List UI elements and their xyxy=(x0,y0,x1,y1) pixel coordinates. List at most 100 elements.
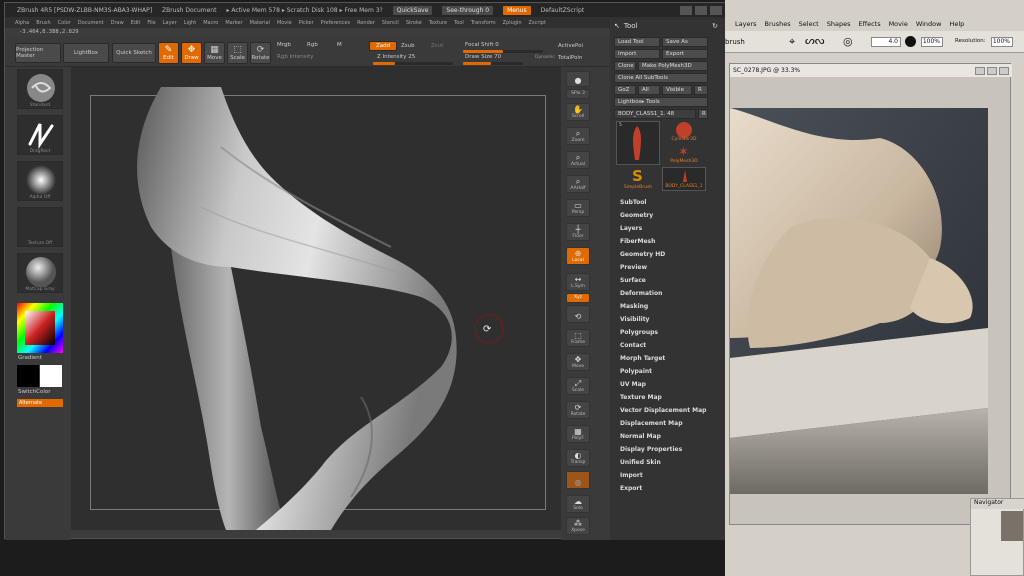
menu-zscript[interactable]: Zscript xyxy=(529,20,546,26)
menu-tool[interactable]: Tool xyxy=(454,20,464,26)
gradient-toggle[interactable]: Gradient xyxy=(18,355,42,361)
goz-all-button[interactable]: All xyxy=(638,85,660,95)
secondary-color-swatch[interactable] xyxy=(40,365,62,387)
goz-button[interactable]: GoZ xyxy=(614,85,636,95)
scroll-button[interactable]: ✋ Scroll xyxy=(566,103,590,121)
rotate-view-button[interactable]: ⟳ Rotate xyxy=(566,401,590,419)
current-tool-slider[interactable]: BODY_CLASS1_1. 48 xyxy=(614,109,696,119)
local-button[interactable]: ⊕ Local xyxy=(566,247,590,265)
tool-thumb-cylinder[interactable]: Cylinder3D xyxy=(662,121,706,143)
subpalette-export[interactable]: Export xyxy=(620,485,642,492)
subpalette-morph-target[interactable]: Morph Target xyxy=(620,355,665,362)
subpalette-surface[interactable]: Surface xyxy=(620,277,646,284)
xpose-button[interactable]: ⁂ Xpose xyxy=(566,517,590,535)
draw-button[interactable]: ✥ Draw xyxy=(181,42,202,64)
zadd-button[interactable]: Zadd xyxy=(369,41,397,51)
subpalette-uv-map[interactable]: UV Map xyxy=(620,381,646,388)
menu-preferences[interactable]: Preferences xyxy=(321,20,350,26)
menu-draw[interactable]: Draw xyxy=(111,20,124,26)
ps-menu-brushes[interactable]: Brushes xyxy=(765,20,791,28)
subpalette-geometry-hd[interactable]: Geometry HD xyxy=(620,251,665,258)
actual-button[interactable]: ⌕ Actual xyxy=(566,151,590,169)
resolution-field[interactable]: 100% xyxy=(991,37,1013,47)
transp-button[interactable]: ◐ Transp xyxy=(566,449,590,467)
subpalette-contact[interactable]: Contact xyxy=(620,342,646,349)
save-as-button[interactable]: Save As xyxy=(662,37,708,47)
minimize-button[interactable] xyxy=(680,5,692,15)
menus-toggle[interactable]: Menus xyxy=(503,5,531,15)
focal-shift-slider[interactable]: Focal Shift 0 xyxy=(465,42,499,48)
menu-stroke[interactable]: Stroke xyxy=(406,20,422,26)
menu-document[interactable]: Document xyxy=(78,20,104,26)
current-tool-r-button[interactable]: R xyxy=(698,109,708,119)
main-color-swatch[interactable] xyxy=(17,365,39,387)
subpalette-polygroups[interactable]: Polygroups xyxy=(620,329,658,336)
brush-size-field[interactable]: 4.0 xyxy=(871,37,901,47)
menu-file[interactable]: File xyxy=(147,20,155,26)
subpalette-texture-map[interactable]: Texture Map xyxy=(620,394,662,401)
mrgb-button[interactable]: Mrgb xyxy=(277,42,291,48)
menu-marker[interactable]: Marker xyxy=(225,20,242,26)
menu-alpha[interactable]: Alpha xyxy=(15,20,29,26)
subpalette-fibermesh[interactable]: FiberMesh xyxy=(620,238,655,245)
menu-movie[interactable]: Movie xyxy=(277,20,292,26)
ps-menu-help[interactable]: Help xyxy=(949,20,964,28)
alternate-button[interactable]: Alternate xyxy=(17,399,63,407)
xyz-button[interactable]: Xyz xyxy=(566,293,590,303)
export-button[interactable]: Export xyxy=(662,49,708,59)
clone-all-subtools-button[interactable]: Clone All SubTools xyxy=(614,73,708,83)
subpalette-subtool[interactable]: SubTool xyxy=(620,199,646,206)
polyf-button[interactable]: ▦ PolyF xyxy=(566,425,590,443)
menu-macro[interactable]: Macro xyxy=(203,20,218,26)
move-view-button[interactable]: ✥ Move xyxy=(566,353,590,371)
rgb-button[interactable]: Rgb xyxy=(307,42,318,48)
default-zscript[interactable]: DefaultZScript xyxy=(541,7,584,14)
menu-stencil[interactable]: Stencil xyxy=(382,20,399,26)
floor-button[interactable]: ┼ Floor xyxy=(566,223,590,241)
doc-maximize-button[interactable] xyxy=(987,66,997,75)
z-intensity-slider[interactable]: Z Intensity 25 xyxy=(377,54,415,60)
import-button[interactable]: Import xyxy=(614,49,660,59)
menu-material[interactable]: Material xyxy=(250,20,270,26)
brush-settings-icon[interactable]: ◎ xyxy=(843,35,853,48)
persp-button[interactable]: ▭ Persp xyxy=(566,199,590,217)
aahalf-button[interactable]: ⌕ AAHalf xyxy=(566,175,590,193)
quick-sketch-button[interactable]: Quick Sketch xyxy=(112,43,156,63)
menu-layer[interactable]: Layer xyxy=(163,20,177,26)
stroke-thumbnail[interactable]: DragRect xyxy=(17,115,63,155)
rotate-button[interactable]: ⟳ Rotate xyxy=(250,42,271,64)
texture-thumbnail[interactable]: Texture Off xyxy=(17,207,63,247)
zsub-button[interactable]: Zsub xyxy=(401,43,415,49)
dynamic-toggle[interactable]: Dynamic xyxy=(535,55,555,60)
subpalette-vector-displacement-map[interactable]: Vector Displacement Map xyxy=(620,407,706,414)
edit-button[interactable]: ✎ Edit xyxy=(158,42,179,64)
z-intensity-track[interactable] xyxy=(373,62,453,65)
subpalette-displacement-map[interactable]: Displacement Map xyxy=(620,420,683,427)
subpalette-import[interactable]: Import xyxy=(620,472,643,479)
ps-menu-movie[interactable]: Movie xyxy=(889,20,908,28)
material-thumbnail[interactable]: MatCap Gray xyxy=(17,253,63,293)
tool-thumb-body-small[interactable]: BODY_CLASS1_1 xyxy=(662,167,706,191)
color-picker[interactable] xyxy=(17,303,63,353)
scale-view-button[interactable]: ⤢ Scale xyxy=(566,377,590,395)
bpr-button[interactable]: ● xyxy=(566,71,590,87)
projection-master-button[interactable]: Projection Master xyxy=(15,43,61,63)
goz-visible-button[interactable]: Visible xyxy=(662,85,692,95)
make-polymesh-button[interactable]: Make PolyMesh3D xyxy=(638,61,708,71)
ps-menu-shapes[interactable]: Shapes xyxy=(827,20,851,28)
tool-thumb-polymesh[interactable]: ✶ PolyMesh3D xyxy=(662,143,706,165)
m-button[interactable]: M xyxy=(337,42,342,48)
subpalette-display-properties[interactable]: Display Properties xyxy=(620,446,682,453)
ps-menu-select[interactable]: Select xyxy=(799,20,819,28)
menu-texture[interactable]: Texture xyxy=(429,20,447,26)
lsym-button[interactable]: ↔ L.Sym xyxy=(566,273,590,291)
spix-slider[interactable]: SPix 3 xyxy=(566,89,590,99)
menu-brush[interactable]: Brush xyxy=(36,20,50,26)
menu-picker[interactable]: Picker xyxy=(299,20,314,26)
subpalette-preview[interactable]: Preview xyxy=(620,264,647,271)
subpalette-masking[interactable]: Masking xyxy=(620,303,648,310)
brush-thumbnail[interactable]: Standard xyxy=(17,69,63,109)
subpalette-geometry[interactable]: Geometry xyxy=(620,212,653,219)
ghost-button[interactable]: ◍ xyxy=(566,471,590,489)
brush-shapes-icon[interactable]: ᔕᔓ xyxy=(805,34,825,47)
